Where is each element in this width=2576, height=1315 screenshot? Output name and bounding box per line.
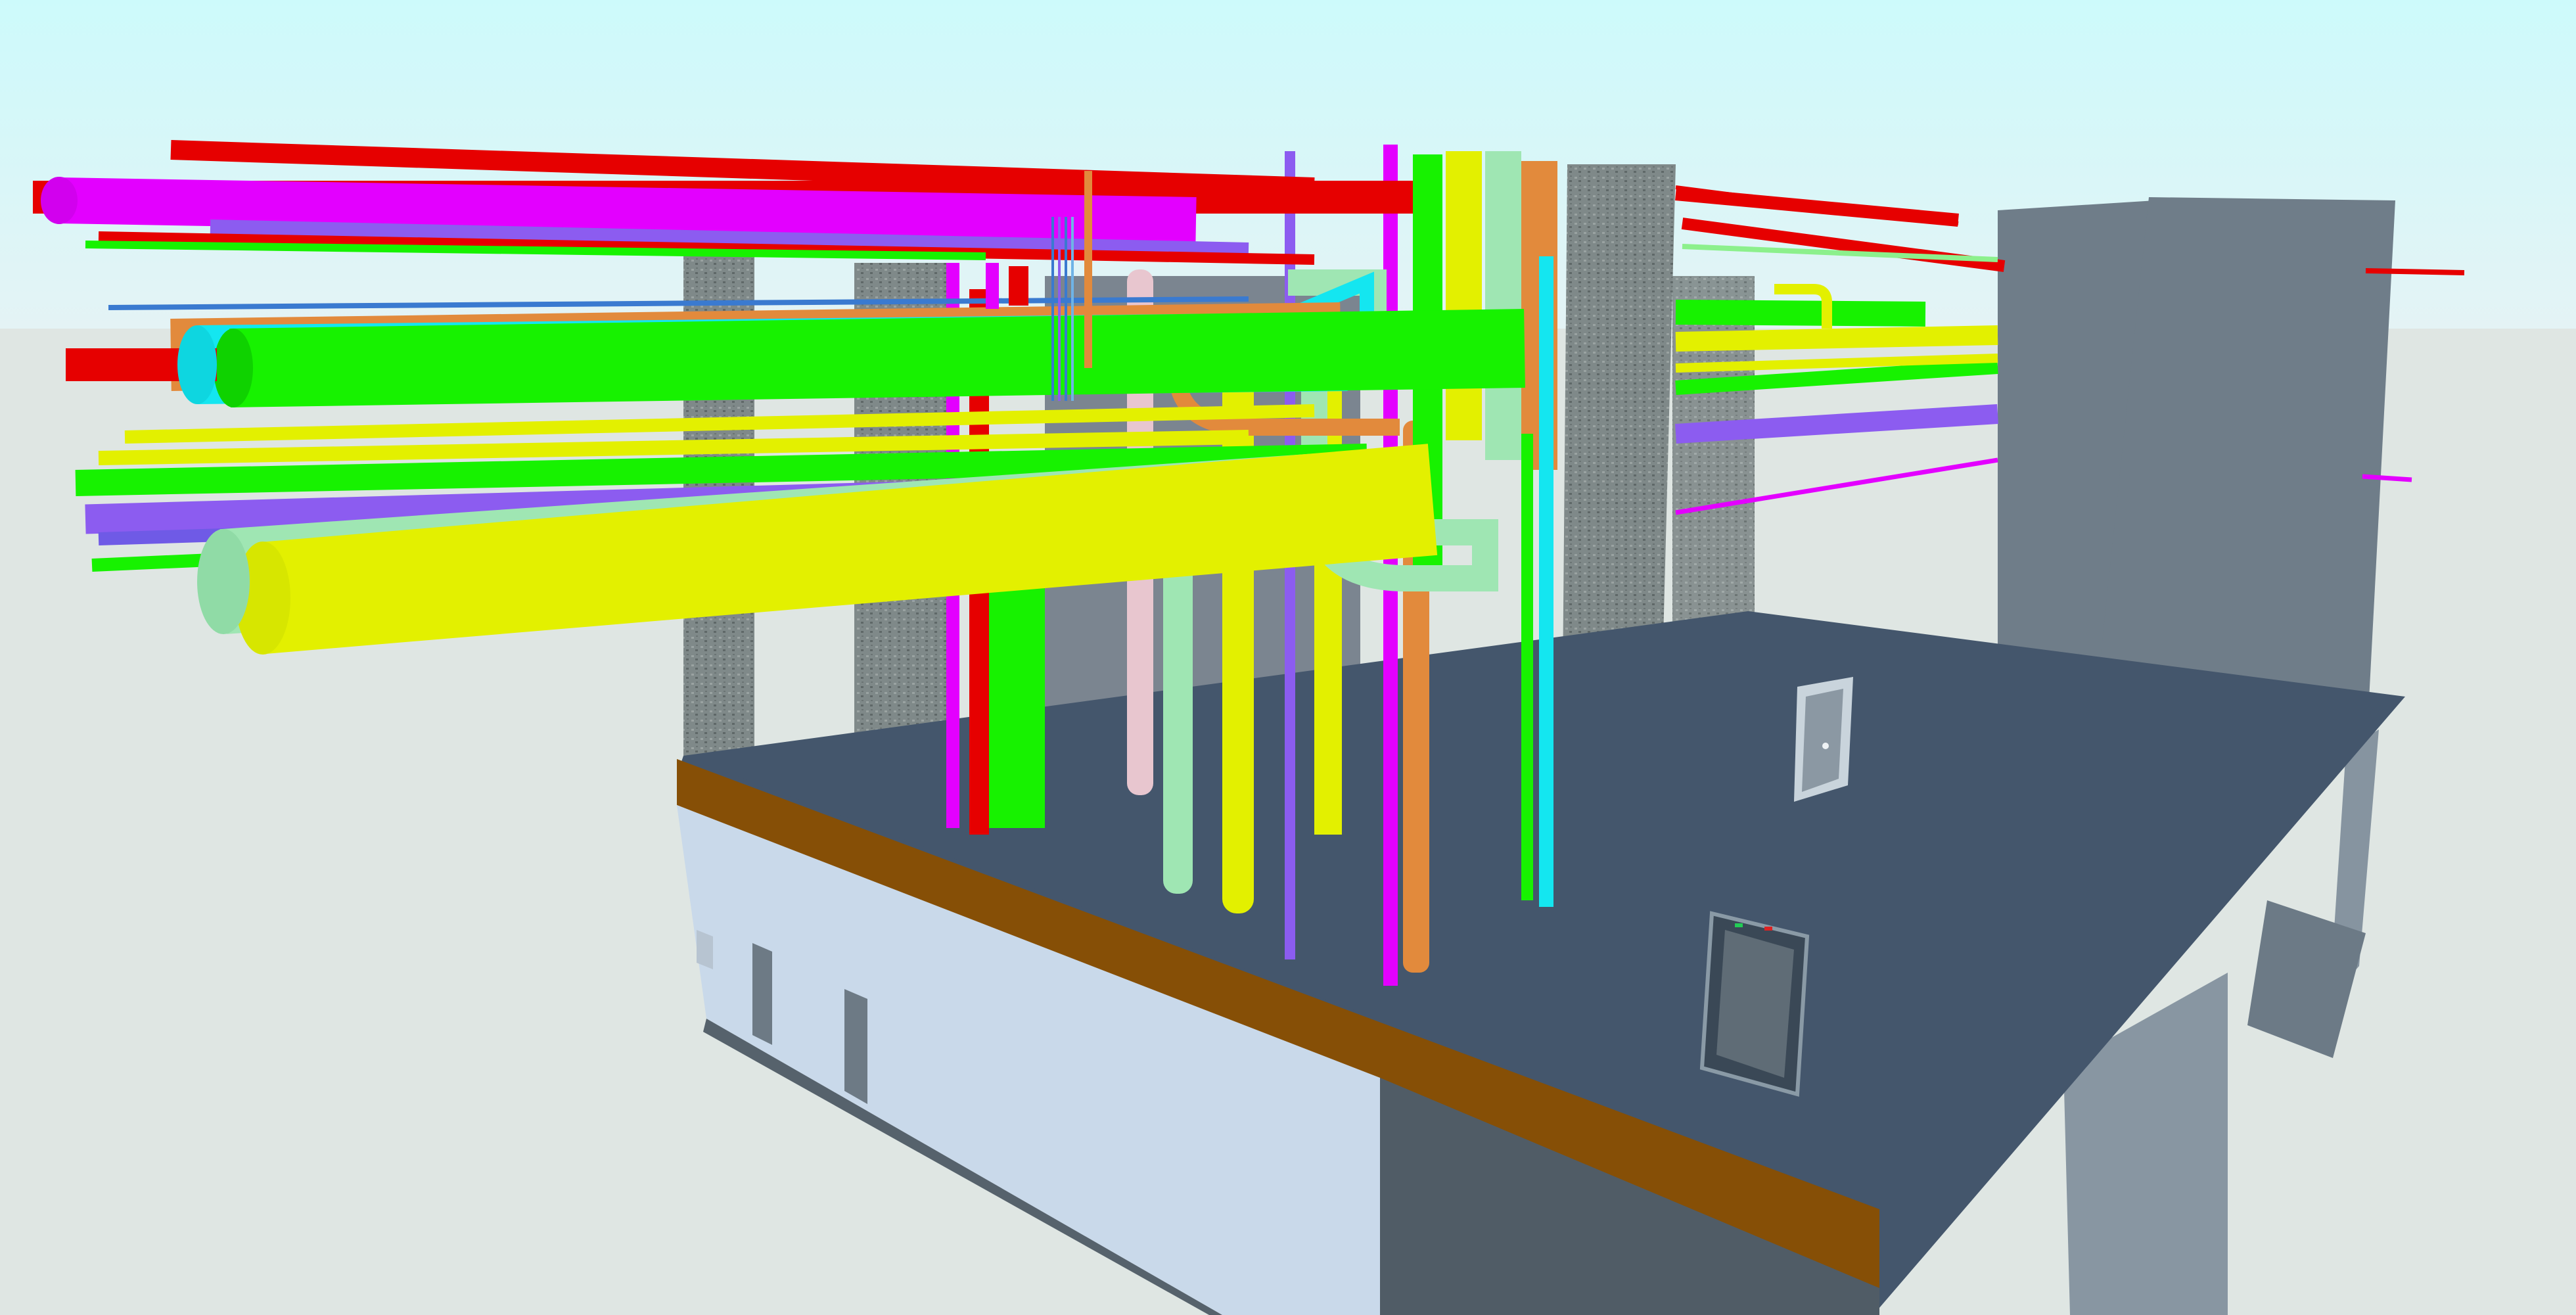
hatch-marker-red: [1764, 927, 1772, 931]
column-right: [1672, 276, 1755, 631]
door-handle: [1822, 743, 1829, 749]
hatch-marker-green: [1735, 923, 1743, 927]
hpipe-green-end: [214, 329, 253, 407]
hpipe-green-large[interactable]: [229, 309, 1525, 407]
vpipe-yellow-3[interactable]: [1446, 151, 1482, 440]
door-icon[interactable]: [1794, 677, 1853, 802]
model-viewport[interactable]: [0, 0, 2576, 1315]
door-leaf: [1802, 689, 1843, 792]
hpipe-mint-end: [197, 529, 250, 634]
floor-hatch-inner: [1716, 930, 1794, 1078]
rpipe-green[interactable]: [1675, 300, 1926, 327]
door-opening-1: [752, 943, 772, 1045]
hpipe-magenta-top[interactable]: [58, 177, 1197, 243]
door-opening-2: [844, 989, 867, 1104]
hpipe-cyan-end: [177, 325, 217, 404]
hpipe-magenta-end: [41, 177, 78, 224]
vpipe-mint-1[interactable]: [1163, 526, 1193, 894]
floor-hatch-icon[interactable]: [1699, 911, 1810, 1097]
vpipe-green-2[interactable]: [1521, 434, 1533, 900]
vpipe-mint-2[interactable]: [1485, 151, 1521, 460]
rpipe-red-far[interactable]: [2365, 268, 2465, 275]
vpipe-cyan[interactable]: [1539, 256, 1553, 907]
rpipe-yellow[interactable]: [1675, 325, 1998, 352]
bim-3d-scene[interactable]: [0, 0, 2576, 1315]
window-left: [697, 930, 713, 969]
rpipe-magenta-far[interactable]: [2362, 474, 2412, 482]
